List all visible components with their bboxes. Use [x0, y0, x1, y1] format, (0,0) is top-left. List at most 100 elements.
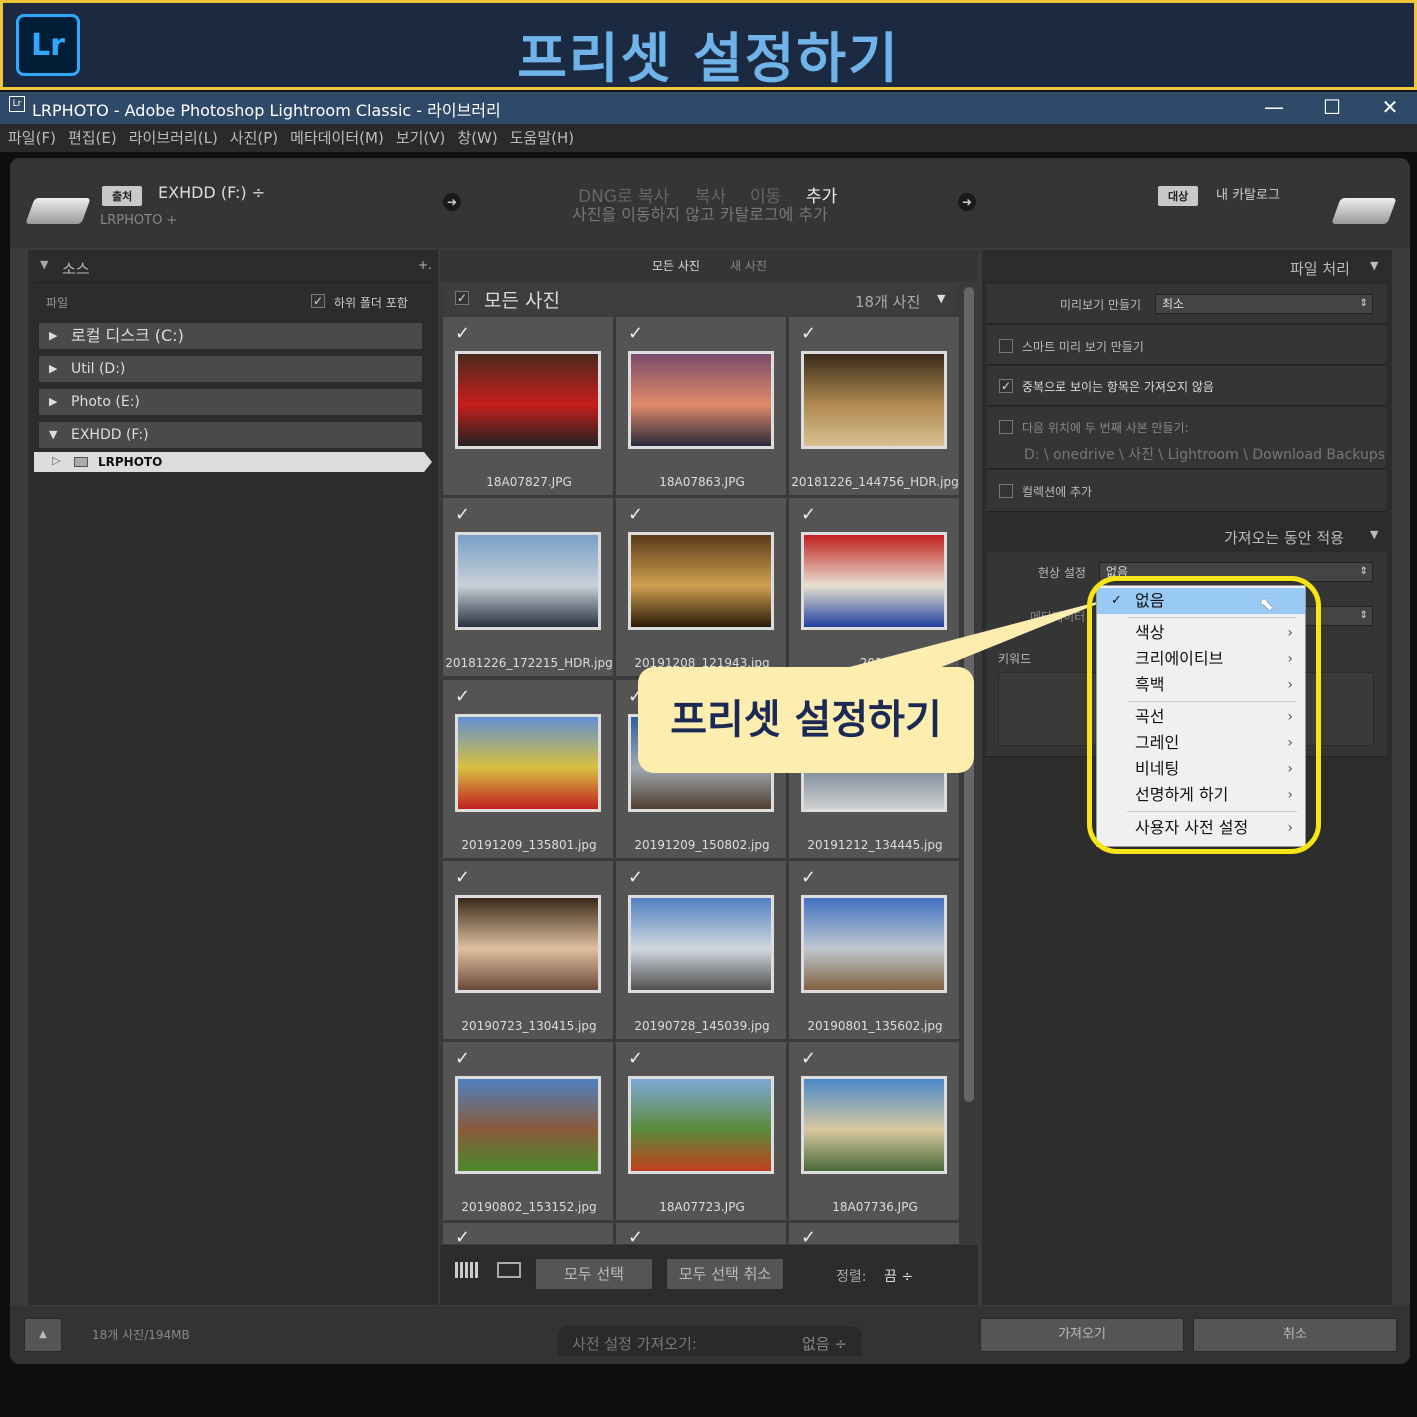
photo-cell[interactable]: ✓ 18A07827.JPG	[442, 316, 614, 496]
menu-file[interactable]: 파일(F)	[8, 129, 56, 147]
photo-filename: 20190723_130415.jpg	[461, 1019, 597, 1033]
keywords-label: 키워드	[998, 652, 1032, 666]
include-subfolders-checkbox[interactable]: ✓	[311, 294, 325, 308]
photo-cell[interactable]: ✓ 20191208_121943.jpg	[615, 497, 787, 677]
photo-thumbnail[interactable]	[801, 895, 947, 993]
photo-thumbnail[interactable]	[628, 532, 774, 630]
photo-checkbox[interactable]: ✓	[455, 1048, 470, 1069]
no-duplicates-label: 중복으로 보이는 항목은 가져오지 않음	[1022, 380, 1214, 394]
maximize-button[interactable]: ☐	[1303, 92, 1361, 124]
photo-thumbnail[interactable]	[801, 1076, 947, 1174]
photo-thumbnail[interactable]	[455, 895, 601, 993]
sort-select[interactable]: 끔 ÷	[884, 1266, 913, 1286]
close-button[interactable]: ✕	[1361, 92, 1417, 124]
cancel-button[interactable]: 취소	[1193, 1318, 1397, 1352]
photo-thumbnail[interactable]	[628, 1076, 774, 1174]
volume-d[interactable]: ▶ Util (D:)	[38, 355, 423, 383]
add-source-icon[interactable]: +.	[418, 258, 432, 272]
tab-all-photos[interactable]: 모든 사진	[652, 257, 700, 274]
photo-checkbox[interactable]: ✓	[455, 1227, 470, 1244]
expand-triangle-icon: ▷	[52, 454, 61, 467]
window-titlebar: Lr LRPHOTO - Adobe Photoshop Lightroom C…	[0, 92, 1417, 124]
photo-thumbnail[interactable]	[455, 351, 601, 449]
photo-thumbnail[interactable]	[628, 895, 774, 993]
volume-f[interactable]: ▼ EXHDD (F:)	[38, 421, 423, 449]
photo-checkbox[interactable]: ✓	[455, 504, 470, 525]
menu-metadata[interactable]: 메타데이터(M)	[290, 129, 384, 147]
folder-lrphoto[interactable]	[34, 452, 432, 472]
menu-photo[interactable]: 사진(P)	[230, 129, 278, 147]
smart-preview-checkbox[interactable]	[999, 339, 1013, 353]
photo-cell[interactable]: ✓ 18A07863.JPG	[615, 316, 787, 496]
deselect-all-button[interactable]: 모두 선택 취소	[666, 1258, 784, 1290]
preview-select[interactable]: 최소 ⇕	[1155, 294, 1373, 314]
add-collection-checkbox[interactable]	[999, 484, 1013, 498]
photo-checkbox[interactable]: ✓	[628, 867, 643, 888]
select-all-button[interactable]: 모두 선택	[535, 1258, 653, 1290]
photo-cell[interactable]: ✓ 20181226_172215_HDR.jpg	[442, 497, 614, 677]
collapse-up-icon[interactable]: ▲	[24, 1318, 62, 1352]
backup-path: D: \ onedrive \ 사진 \ Lightroom \ Downloa…	[1024, 447, 1386, 463]
photo-checkbox[interactable]: ✓	[801, 1048, 816, 1069]
photo-cell[interactable]: ✓ 18A07723.JPG	[615, 1041, 787, 1221]
dropdown-triangle-icon[interactable]: ▼	[937, 292, 945, 305]
tab-new-photos[interactable]: 새 사진	[730, 257, 767, 274]
minimize-button[interactable]: —	[1245, 92, 1303, 124]
dest-drive-icon	[1331, 198, 1397, 224]
grid-tabs-bar	[440, 250, 978, 282]
select-all-checkbox[interactable]: ✓	[455, 291, 469, 305]
menu-help[interactable]: 도움말(H)	[510, 129, 574, 147]
smart-preview-label: 스마트 미리 보기 만들기	[1022, 340, 1144, 354]
photo-filename: 18A07863.JPG	[659, 475, 745, 489]
photo-cell[interactable]: ✓	[615, 1222, 787, 1245]
photo-checkbox[interactable]: ✓	[628, 1227, 643, 1244]
photo-cell[interactable]: ✓ 20190723_130415.jpg	[442, 860, 614, 1040]
no-duplicates-checkbox[interactable]: ✓	[999, 379, 1013, 393]
photo-checkbox[interactable]: ✓	[455, 686, 470, 707]
source-drive-label[interactable]: EXHDD (F:) ÷	[158, 183, 265, 202]
photo-checkbox[interactable]: ✓	[801, 867, 816, 888]
photo-thumbnail[interactable]	[455, 532, 601, 630]
sort-label: 정렬:	[836, 1269, 867, 1285]
collapse-triangle-icon[interactable]: ▼	[1370, 528, 1378, 541]
photo-cell[interactable]: ✓	[442, 1222, 614, 1245]
photo-checkbox[interactable]: ✓	[801, 1227, 816, 1244]
collapse-triangle-icon[interactable]: ▼	[1370, 259, 1378, 272]
divider	[34, 282, 432, 283]
photo-filename: 20191209_135801.jpg	[461, 838, 597, 852]
photo-checkbox[interactable]: ✓	[628, 323, 643, 344]
photo-cell[interactable]: ✓	[788, 1222, 960, 1245]
second-copy-checkbox[interactable]	[999, 420, 1013, 434]
menu-window[interactable]: 창(W)	[457, 129, 497, 147]
photo-cell[interactable]: ✓ 20181226_144756_HDR.jpg	[788, 316, 960, 496]
volume-e[interactable]: ▶ Photo (E:)	[38, 388, 423, 416]
photo-checkbox[interactable]: ✓	[455, 323, 470, 344]
photo-thumbnail[interactable]	[801, 351, 947, 449]
photo-checkbox[interactable]: ✓	[628, 504, 643, 525]
photo-cell[interactable]: ✓ 2019	[788, 497, 960, 677]
photo-cell[interactable]: ✓ 20190802_153152.jpg	[442, 1041, 614, 1221]
photo-thumbnail[interactable]	[628, 351, 774, 449]
menu-edit[interactable]: 편집(E)	[68, 129, 117, 147]
photo-cell[interactable]: ✓ 20191209_135801.jpg	[442, 679, 614, 859]
photo-checkbox[interactable]: ✓	[801, 323, 816, 344]
photo-cell[interactable]: ✓ 20190801_135602.jpg	[788, 860, 960, 1040]
menu-library[interactable]: 라이브러리(L)	[129, 129, 218, 147]
photo-checkbox[interactable]: ✓	[455, 867, 470, 888]
photo-checkbox[interactable]: ✓	[801, 504, 816, 525]
photo-thumbnail[interactable]	[455, 1076, 601, 1174]
import-preset-select[interactable]: 없음 ÷	[802, 1333, 847, 1354]
photo-cell[interactable]: ✓ 18A07736.JPG	[788, 1041, 960, 1221]
preview-label: 미리보기 만들기	[1060, 298, 1142, 312]
volume-c[interactable]: ▶ 로컬 디스크 (C:)	[38, 322, 423, 350]
photo-filename: 18A07723.JPG	[659, 1200, 745, 1214]
collapse-triangle-icon[interactable]: ▼	[40, 258, 48, 271]
photo-cell[interactable]: ✓ 20190728_145039.jpg	[615, 860, 787, 1040]
import-button[interactable]: 가져오기	[980, 1318, 1184, 1352]
photo-thumbnail[interactable]	[801, 532, 947, 630]
menu-view[interactable]: 보기(V)	[396, 129, 446, 147]
photo-checkbox[interactable]: ✓	[628, 1048, 643, 1069]
photo-thumbnail[interactable]	[455, 714, 601, 812]
grid-view-icon[interactable]	[455, 1262, 479, 1278]
loupe-view-icon[interactable]	[497, 1262, 521, 1278]
